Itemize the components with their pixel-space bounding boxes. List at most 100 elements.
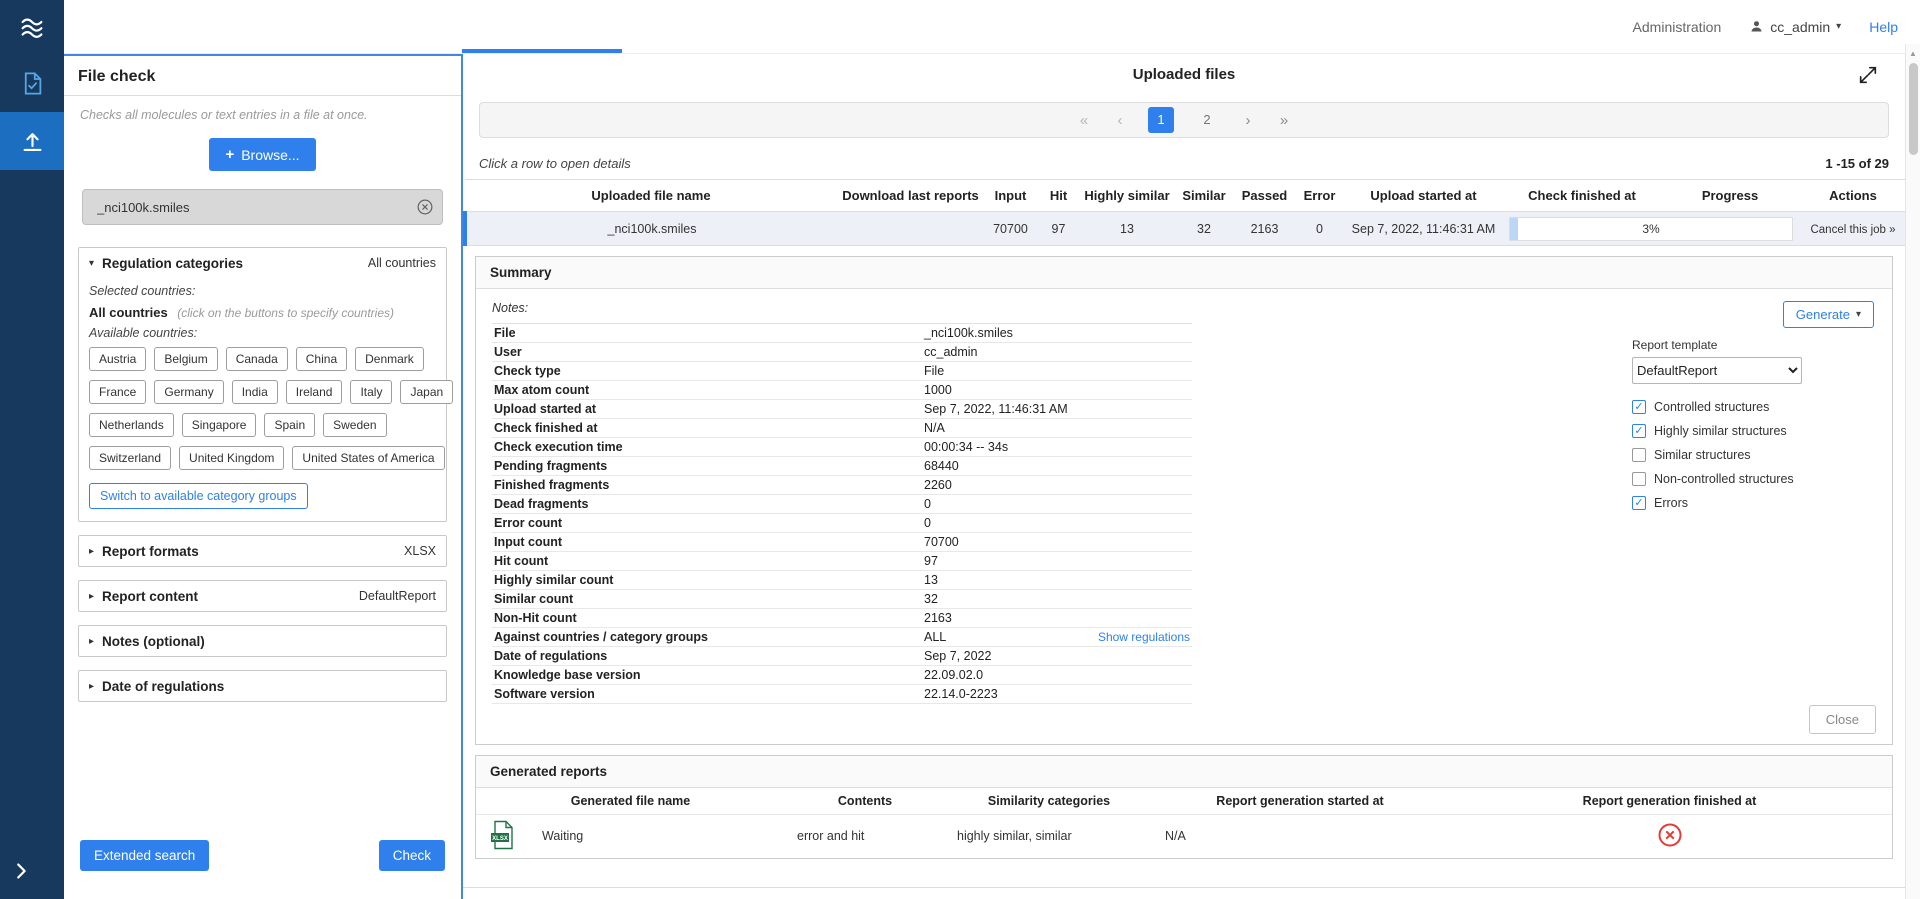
chevron-down-icon: ▾ (1836, 21, 1841, 32)
show-regulations-link[interactable]: Show regulations (1098, 630, 1190, 644)
summary-panel-title: Summary (476, 257, 1892, 289)
expand-view-icon[interactable] (1857, 64, 1879, 86)
chevron-down-icon: ▾ (1856, 309, 1861, 320)
section-report-formats: ▸ Report formats XLSX (78, 535, 447, 567)
report-started-at: N/A (1153, 814, 1447, 858)
summary-panel: Summary Notes: File_nci100k.smiles Userc… (475, 256, 1893, 745)
browse-button[interactable]: + Browse... (209, 138, 315, 171)
report-contents: error and hit (785, 814, 945, 858)
cell-similar: 4 (1172, 888, 1232, 899)
country-button[interactable]: India (232, 380, 278, 404)
scrollbar-thumb[interactable] (1909, 63, 1918, 155)
country-button[interactable]: United States of America (292, 446, 444, 470)
report-error-icon[interactable] (1447, 814, 1892, 858)
country-button[interactable]: China (296, 347, 347, 371)
progress-bar: 3% (1509, 217, 1793, 241)
country-button[interactable]: United Kingdom (179, 446, 284, 470)
pagination-next-button[interactable]: › (1240, 112, 1256, 129)
option-highly-similar-structures[interactable]: ✓ Highly similar structures (1632, 424, 1794, 438)
nav-file-upload-icon[interactable] (0, 112, 64, 170)
pagination-page-1[interactable]: 1 (1148, 107, 1174, 133)
checkbox[interactable]: ✓ (1632, 472, 1646, 486)
clear-file-icon[interactable] (416, 198, 434, 216)
report-template-select[interactable]: DefaultReport (1632, 357, 1802, 384)
section-notes: ▸ Notes (optional) (78, 625, 447, 657)
page-title: Uploaded files (1133, 66, 1236, 83)
table-row[interactable]: mols-with-similaritys.sdf PDF 4 2 2 4 2 … (463, 888, 1905, 899)
option-non-controlled-structures[interactable]: ✓ Non-controlled structures (1632, 472, 1794, 486)
country-button[interactable]: Denmark (355, 347, 424, 371)
regulation-categories-body: Selected countries: All countries (click… (79, 284, 446, 521)
selected-countries-label: Selected countries: (89, 284, 436, 298)
panel-footer: Extended search Check (78, 840, 447, 871)
report-formats-header[interactable]: ▸ Report formats XLSX (79, 536, 446, 566)
checkbox[interactable]: ✓ (1632, 496, 1646, 510)
checkbox[interactable]: ✓ (1632, 424, 1646, 438)
collapse-triangle-icon: ▾ (89, 258, 94, 269)
country-button[interactable]: Ireland (286, 380, 343, 404)
report-row[interactable]: XLSX Waiting error and hit highly simila… (476, 814, 1892, 858)
country-button[interactable]: Italy (350, 380, 392, 404)
option-controlled-structures[interactable]: ✓ Controlled structures (1632, 400, 1794, 414)
cell-actions (1797, 888, 1905, 899)
administration-link[interactable]: Administration (1633, 19, 1722, 35)
help-link[interactable]: Help (1869, 19, 1898, 35)
summary-row: Highly similar count13 (492, 571, 1192, 590)
summary-row: Date of regulationsSep 7, 2022 (492, 647, 1192, 666)
date-of-regulations-header[interactable]: ▸ Date of regulations (79, 671, 446, 701)
option-similar-structures[interactable]: ✓ Similar structures (1632, 448, 1794, 462)
generate-report-button[interactable]: Generate ▾ (1783, 301, 1874, 328)
country-button[interactable]: Spain (264, 413, 315, 437)
notes-header[interactable]: ▸ Notes (optional) (79, 626, 446, 656)
pagination-last-button[interactable]: » (1276, 112, 1292, 129)
country-button[interactable]: Switzerland (89, 446, 171, 470)
generated-reports-title: Generated reports (476, 756, 1892, 788)
country-button[interactable]: Belgium (154, 347, 217, 371)
progress-label: 3% (1510, 218, 1792, 240)
country-button[interactable]: Canada (226, 347, 288, 371)
cell-hit: 2 (1035, 888, 1078, 899)
pagination-first-button[interactable]: « (1076, 112, 1092, 129)
switch-category-groups-button[interactable]: Switch to available category groups (89, 483, 308, 509)
country-button[interactable]: Austria (89, 347, 146, 371)
report-controls: Generate ▾ Report template DefaultReport… (1632, 301, 1874, 510)
country-button[interactable]: Sweden (323, 413, 386, 437)
result-range: 1 -15 of 29 (1825, 156, 1889, 171)
cell-similar: 32 (1174, 212, 1234, 246)
country-button[interactable]: France (89, 380, 146, 404)
user-menu[interactable]: cc_admin ▾ (1749, 19, 1841, 35)
scroll-up-icon[interactable]: ▲ (1906, 44, 1920, 58)
check-button[interactable]: Check (379, 840, 445, 871)
svg-text:XLSX: XLSX (492, 836, 508, 842)
country-button[interactable]: Singapore (182, 413, 257, 437)
row-hint: Click a row to open details (479, 156, 631, 171)
panel-description: Checks all molecules or text entries in … (80, 108, 445, 122)
expand-sidebar-chevron-icon[interactable] (0, 860, 32, 887)
scrollbar[interactable]: ▲ (1905, 44, 1920, 899)
close-button[interactable]: Close (1809, 705, 1876, 734)
cell-file-name: _nci100k.smiles (465, 212, 837, 246)
summary-row: Check typeFile (492, 362, 1192, 381)
option-errors[interactable]: ✓ Errors (1632, 496, 1794, 510)
cancel-job-link[interactable]: Cancel this job » (1810, 224, 1895, 236)
regulation-categories-header[interactable]: ▾ Regulation categories All countries (79, 248, 446, 278)
table-row-selected[interactable]: _nci100k.smiles 70700 97 13 32 2163 0 Se… (465, 212, 1905, 246)
report-content-header[interactable]: ▸ Report content DefaultReport (79, 581, 446, 611)
uploaded-files-area: Uploaded files « ‹ 1 2 › » Click a row t… (463, 54, 1905, 899)
pagination-prev-button[interactable]: ‹ (1112, 112, 1128, 129)
section-date-of-regulations: ▸ Date of regulations (78, 670, 447, 702)
report-file-name: Waiting (530, 814, 785, 858)
country-button[interactable]: Japan (400, 380, 453, 404)
extended-search-button[interactable]: Extended search (80, 840, 209, 871)
country-button[interactable]: Netherlands (89, 413, 174, 437)
chemaxon-logo-icon[interactable] (0, 0, 64, 54)
cell-error: 0 (1295, 212, 1344, 246)
checkbox[interactable]: ✓ (1632, 400, 1646, 414)
country-button[interactable]: Germany (154, 380, 223, 404)
checkbox[interactable]: ✓ (1632, 448, 1646, 462)
nav-structure-check-icon[interactable] (0, 54, 64, 112)
summary-row: Hit count97 (492, 552, 1192, 571)
generated-reports-table: Generated file name Contents Similarity … (476, 788, 1892, 858)
pagination-page-2[interactable]: 2 (1194, 107, 1220, 133)
file-name-input[interactable] (82, 189, 443, 225)
